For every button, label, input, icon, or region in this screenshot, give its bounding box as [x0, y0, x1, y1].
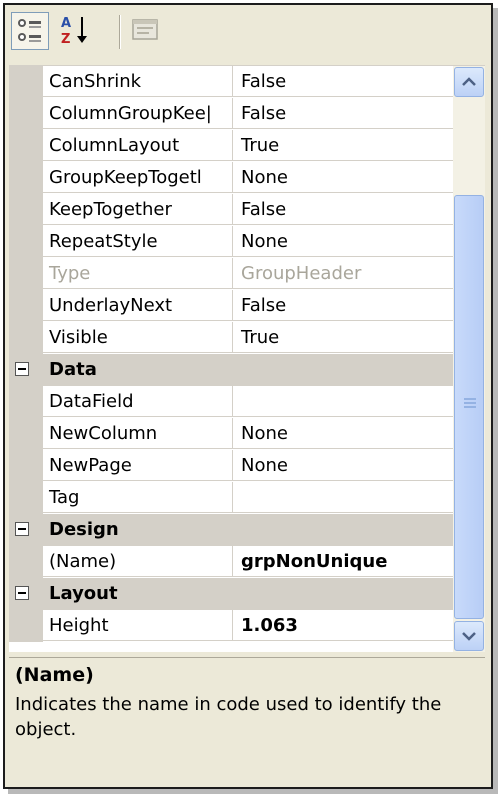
property-name: GroupKeepTogetl: [43, 162, 233, 193]
svg-text:Z: Z: [61, 32, 70, 47]
property-row-newcolumn[interactable]: NewColumn None: [9, 418, 453, 450]
category-label: Design: [49, 519, 119, 540]
property-value[interactable]: False: [233, 98, 453, 129]
property-row-name[interactable]: (Name) grpNonUnique: [9, 546, 453, 578]
alphabetical-button[interactable]: A Z: [57, 12, 95, 50]
property-name: Tag: [43, 482, 233, 513]
scroll-up-button[interactable]: [454, 67, 484, 97]
category-label: Layout: [49, 583, 118, 604]
vertical-scrollbar[interactable]: [453, 66, 485, 652]
property-name: CanShrink: [43, 66, 233, 97]
property-row-type[interactable]: Type GroupHeader: [9, 258, 453, 290]
property-value[interactable]: [233, 386, 453, 417]
property-name: ColumnLayout: [43, 130, 233, 161]
property-name: RepeatStyle: [43, 226, 233, 257]
property-name: DataField: [43, 386, 233, 417]
property-name: NewColumn: [43, 418, 233, 449]
alphabetical-sort-icon: A Z: [61, 16, 87, 47]
property-row-tag[interactable]: Tag: [9, 482, 453, 514]
description-pane: (Name) Indicates the name in code used t…: [9, 657, 485, 784]
properties-toolbar: A Z: [5, 5, 491, 61]
property-row-repeatstyle[interactable]: RepeatStyle None: [9, 226, 453, 258]
property-name: Visible: [43, 322, 233, 353]
toolbar-separator: [119, 15, 121, 49]
property-row-canshrink[interactable]: CanShrink False: [9, 66, 453, 98]
property-grid: CanShrink False ColumnGroupKee| False Co…: [9, 65, 485, 652]
property-value[interactable]: None: [233, 450, 453, 481]
property-row-underlaynext[interactable]: UnderlayNext False: [9, 290, 453, 322]
property-name: UnderlayNext: [43, 290, 233, 321]
property-row-visible[interactable]: Visible True: [9, 322, 453, 354]
property-value[interactable]: False: [233, 194, 453, 225]
property-value[interactable]: None: [233, 418, 453, 449]
property-value[interactable]: True: [233, 322, 453, 353]
category-layout[interactable]: Layout: [9, 578, 453, 610]
property-value[interactable]: None: [233, 226, 453, 257]
svg-text:A: A: [61, 16, 71, 31]
property-row-columngroupkeep[interactable]: ColumnGroupKee| False: [9, 98, 453, 130]
property-row-groupkeeptogether[interactable]: GroupKeepTogetl None: [9, 162, 453, 194]
categorized-icon: [18, 19, 41, 42]
property-pages-icon: [132, 19, 158, 40]
property-row-height[interactable]: Height 1.063: [9, 610, 453, 642]
property-value[interactable]: True: [233, 130, 453, 161]
property-row-columnlayout[interactable]: ColumnLayout True: [9, 130, 453, 162]
property-value: GroupHeader: [233, 258, 453, 289]
collapse-icon[interactable]: [15, 522, 29, 536]
property-row-newpage[interactable]: NewPage None: [9, 450, 453, 482]
property-value[interactable]: 1.063: [233, 610, 453, 641]
help-description: Indicates the name in code used to ident…: [15, 694, 442, 740]
property-name: Type: [43, 258, 233, 289]
chevron-up-icon: [462, 77, 476, 86]
property-value[interactable]: False: [233, 66, 453, 97]
property-row-keeptogether[interactable]: KeepTogether False: [9, 194, 453, 226]
collapse-icon[interactable]: [15, 362, 29, 376]
property-value[interactable]: [233, 482, 453, 513]
category-design[interactable]: Design: [9, 514, 453, 546]
property-name: KeepTogether: [43, 194, 233, 225]
properties-window: A Z CanShrink False ColumnGroupKee| Fals…: [3, 3, 493, 789]
scroll-thumb[interactable]: [454, 195, 484, 619]
property-name: Height: [43, 610, 233, 641]
collapse-icon[interactable]: [15, 586, 29, 600]
scroll-down-button[interactable]: [454, 621, 484, 651]
category-label: Data: [49, 359, 97, 380]
property-value[interactable]: None: [233, 162, 453, 193]
property-name: ColumnGroupKee|: [43, 98, 233, 129]
property-name: (Name): [43, 546, 233, 577]
chevron-down-icon: [462, 632, 476, 641]
property-value[interactable]: False: [233, 290, 453, 321]
property-row-datafield[interactable]: DataField: [9, 386, 453, 418]
help-title: (Name): [15, 664, 94, 686]
property-pages-button[interactable]: [127, 12, 165, 50]
property-value[interactable]: grpNonUnique: [233, 546, 453, 577]
category-data[interactable]: Data: [9, 354, 453, 386]
property-name: NewPage: [43, 450, 233, 481]
categorized-button[interactable]: [11, 12, 49, 50]
